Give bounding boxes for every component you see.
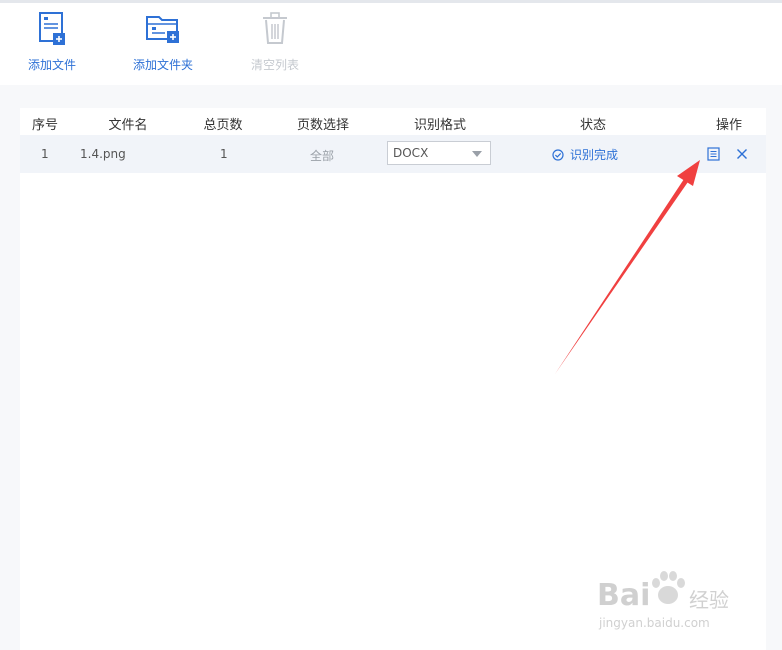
table-header: 序号 文件名 总页数 页数选择 识别格式 状态 操作 <box>20 108 766 134</box>
check-circle-icon <box>552 149 564 161</box>
add-file-icon <box>37 11 67 51</box>
paw-icon <box>652 571 685 604</box>
status-text: 识别完成 <box>570 148 619 162</box>
close-icon <box>737 149 747 159</box>
chevron-down-icon <box>472 151 482 157</box>
open-document-button[interactable] <box>707 147 720 164</box>
row-filename: 1.4.png <box>80 147 126 161</box>
watermark-brand: Bai <box>597 578 651 613</box>
add-folder-label: 添加文件夹 <box>132 58 193 72</box>
add-folder-icon <box>145 11 181 49</box>
watermark-url: jingyan.baidu.com <box>599 616 710 630</box>
remove-file-button[interactable] <box>736 148 748 163</box>
header-filename: 文件名 <box>108 118 148 133</box>
header-format: 识别格式 <box>413 118 466 133</box>
row-page-selection[interactable]: 全部 <box>310 147 334 164</box>
format-select[interactable]: DOCX <box>387 141 491 165</box>
header-actions: 操作 <box>715 118 742 133</box>
header-status: 状态 <box>579 118 606 133</box>
header-total-pages: 总页数 <box>203 118 243 133</box>
watermark: Bai 经验 jingyan.baidu.com <box>595 560 745 640</box>
document-icon <box>707 147 720 161</box>
clear-list-label: 清空列表 <box>250 58 299 72</box>
header-index: 序号 <box>31 118 58 133</box>
add-folder-button[interactable]: 添加文件夹 <box>124 3 202 83</box>
row-index: 1 <box>41 147 49 161</box>
watermark-suffix: 经验 <box>689 588 729 612</box>
trash-icon <box>260 11 290 51</box>
status-badge: 识别完成 <box>552 146 618 163</box>
table-row[interactable]: 1 1.4.png 1 全部 DOCX 识别完成 <box>20 135 766 173</box>
header-page-selection: 页数选择 <box>296 118 349 133</box>
add-file-label: 添加文件 <box>27 58 76 72</box>
clear-list-button[interactable]: 清空列表 <box>240 3 310 83</box>
row-total-pages: 1 <box>220 147 228 161</box>
add-file-button[interactable]: 添加文件 <box>14 3 90 83</box>
format-select-value: DOCX <box>393 146 429 160</box>
toolbar: 添加文件 添加文件夹 清空列表 <box>0 3 782 85</box>
